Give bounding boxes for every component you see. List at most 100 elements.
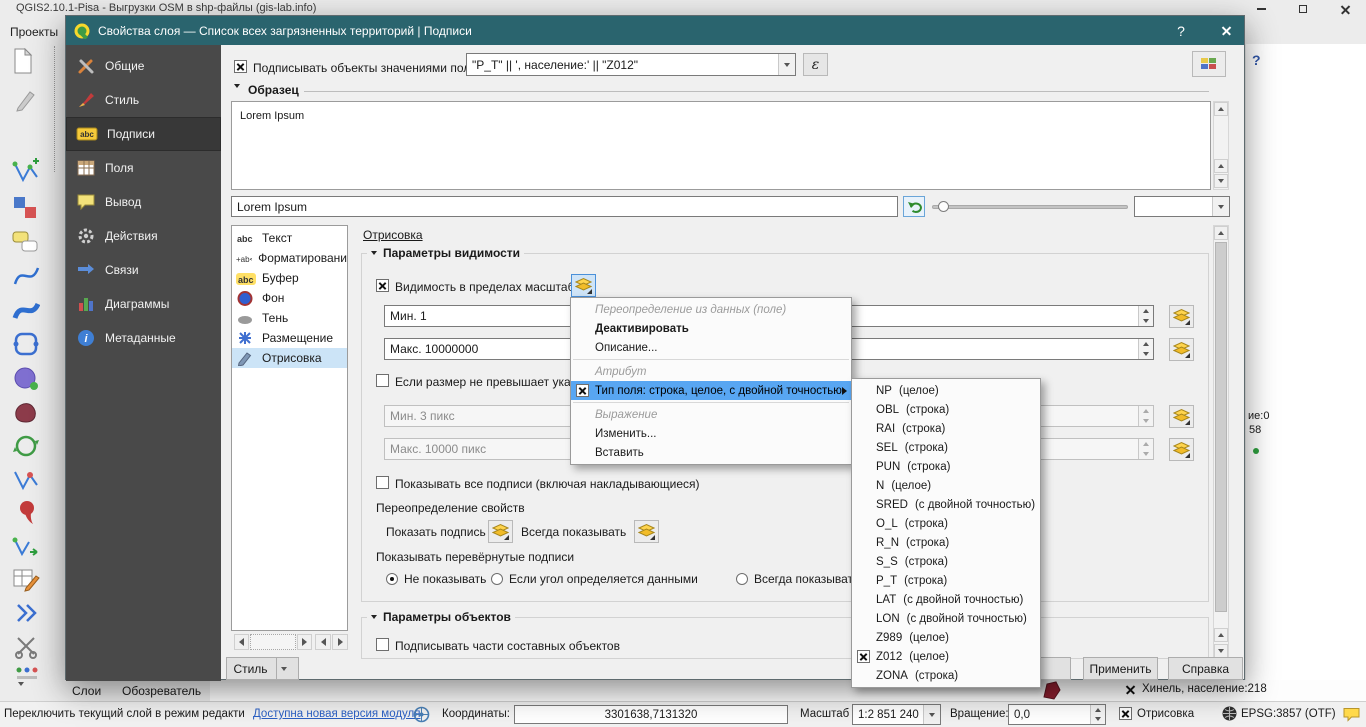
sidebar-item-style[interactable]: Стиль [66,83,221,117]
blob-tool-button[interactable] [12,398,40,429]
max-scale-override-button[interactable] [1169,338,1194,361]
list-item-background[interactable]: Фон [232,288,347,308]
grid-edit-tool-button[interactable] [12,566,40,597]
list-item-rendering[interactable]: Отрисовка [232,348,347,368]
list-scroll-track[interactable] [250,634,296,650]
node-tool-button[interactable] [12,330,40,361]
list-item-formatting[interactable]: +ab<Форматировани [232,248,347,268]
sidebar-item-general[interactable]: Общие [66,49,221,83]
menu-item-field-type[interactable]: Тип поля: строка, целое, с двойной точно… [571,381,851,400]
sidebar-item-metadata[interactable]: iМетаданные [66,321,221,355]
submenu-item-RAI[interactable]: RAI(строка) [852,419,1040,438]
sample-zoom-slider[interactable] [932,205,1128,209]
toolbar-overflow-button[interactable] [18,686,24,700]
scale-visibility-override-button[interactable] [571,274,596,297]
list-item-shadow[interactable]: Тень [232,308,347,328]
scale-visibility-checkbox[interactable] [376,279,389,292]
vertex-arrow-tool-button[interactable] [12,532,40,563]
dialog-titlebar[interactable]: Свойства слоя — Список всех загрязненных… [66,16,1244,45]
map-canvas[interactable]: ? ие:0 58 [1246,44,1366,700]
show-label-override-button[interactable] [488,520,513,543]
vertex-red-tool-button[interactable] [12,466,40,497]
panel-scroll-down-button[interactable] [1214,644,1228,658]
status-rotation-spinbox[interactable]: 0,0 [1008,704,1106,725]
comma-tool-button[interactable] [16,498,40,531]
tab-browser[interactable]: Обозреватель [122,684,201,698]
submenu-item-N[interactable]: N(целое) [852,476,1040,495]
auto-placement-settings-button[interactable] [1192,51,1226,77]
submenu-item-Z012[interactable]: Z012(целое) [852,647,1040,666]
minimize-button[interactable] [1240,0,1282,18]
panel-scrollbar[interactable] [1213,225,1229,659]
size-limit-checkbox[interactable] [376,374,389,387]
status-update-link[interactable]: Доступна новая версия модуля [253,708,421,720]
submenu-item-LAT[interactable]: LAT(с двойной точностью) [852,590,1040,609]
undo-button[interactable] [903,196,925,217]
curve-tool-button[interactable] [12,262,40,293]
multipart-checkbox[interactable] [376,638,389,651]
label-tool-button[interactable] [12,228,40,259]
submenu-item-SRED[interactable]: SRED(с двойной точностью) [852,495,1040,514]
scissors-tool-button[interactable] [14,634,40,663]
sample-scale-dropdown-icon[interactable] [1212,197,1229,216]
submenu-item-S_S[interactable]: S_S(строка) [852,552,1040,571]
list-page-left-button[interactable] [315,634,331,650]
submenu-item-PUN[interactable]: PUN(строка) [852,457,1040,476]
menu-item-edit[interactable]: Изменить... [571,424,851,443]
scroll-down-button[interactable] [1214,174,1228,188]
sidebar-item-rendering[interactable]: Вывод [66,185,221,219]
sample-scale-combo[interactable] [1134,196,1230,217]
list-item-buffer[interactable]: abcБуфер [232,268,347,288]
min-scale-up-icon[interactable] [1139,306,1153,316]
panel-scroll-up-button[interactable] [1214,226,1228,240]
rotation-up-icon[interactable] [1091,705,1105,715]
visibility-group-title[interactable]: Параметры видимости [367,246,524,260]
new-project-button[interactable] [12,48,34,77]
radio-defined[interactable] [491,573,503,585]
scroll-up-button2[interactable] [1214,159,1228,173]
list-scroll-left-button[interactable] [234,634,249,650]
sidebar-item-actions[interactable]: Действия [66,219,221,253]
rotation-down-icon[interactable] [1091,715,1105,725]
style-dropdown-icon[interactable] [276,658,292,679]
sidebar-item-joins[interactable]: Связи [66,253,221,287]
shape-tool-button[interactable] [12,364,40,395]
dialog-close-button[interactable] [1206,16,1246,45]
status-render-checkbox[interactable] [1119,707,1132,720]
sidebar-item-labels[interactable]: abcПодписи [66,117,221,151]
list-scroll-right-button[interactable] [297,634,312,650]
min-scale-down-icon[interactable] [1139,316,1153,326]
submenu-item-OBL[interactable]: OBL(строка) [852,400,1040,419]
menu-item-description[interactable]: Описание... [571,338,851,357]
tab-layers[interactable]: Слои [72,684,101,698]
chevrons-tool-button[interactable] [14,600,40,629]
status-coordinates-input[interactable]: 3301638,7131320 [514,705,788,724]
messages-icon[interactable] [1343,707,1360,725]
submenu-item-LON[interactable]: LON(с двойной точностью) [852,609,1040,628]
refresh-tool-button[interactable] [12,432,40,463]
submenu-item-Z989[interactable]: Z989(целое) [852,628,1040,647]
help-button[interactable]: Справка [1168,657,1243,680]
always-show-override-button[interactable] [634,520,659,543]
submenu-item-NP[interactable]: NP(целое) [852,381,1040,400]
scale-dropdown-icon[interactable] [923,705,940,724]
max-scale-up-icon[interactable] [1139,339,1153,349]
style-button[interactable]: Стиль [226,657,299,680]
sidebar-item-fields[interactable]: Поля [66,151,221,185]
expression-dropdown-icon[interactable] [778,54,795,75]
vertex-tool-button[interactable] [12,158,40,189]
panel-scroll-thumb[interactable] [1215,242,1227,612]
menu-item-paste[interactable]: Вставить [571,443,851,462]
status-scale-combo[interactable]: 1:2 851 240 [852,704,941,725]
close-window-button[interactable] [1324,0,1366,18]
apply-button[interactable]: Применить [1083,657,1158,680]
show-all-labels-checkbox[interactable] [376,476,389,489]
scroll-up-button[interactable] [1214,102,1228,116]
sample-scrollbar[interactable] [1213,101,1229,190]
min-px-override-button[interactable] [1169,405,1194,428]
crs-icon[interactable] [1222,706,1237,724]
list-page-right-button[interactable] [332,634,348,650]
maximize-button[interactable] [1282,0,1324,18]
thick-curve-tool-button[interactable] [12,296,40,327]
slider-handle[interactable] [938,201,949,212]
